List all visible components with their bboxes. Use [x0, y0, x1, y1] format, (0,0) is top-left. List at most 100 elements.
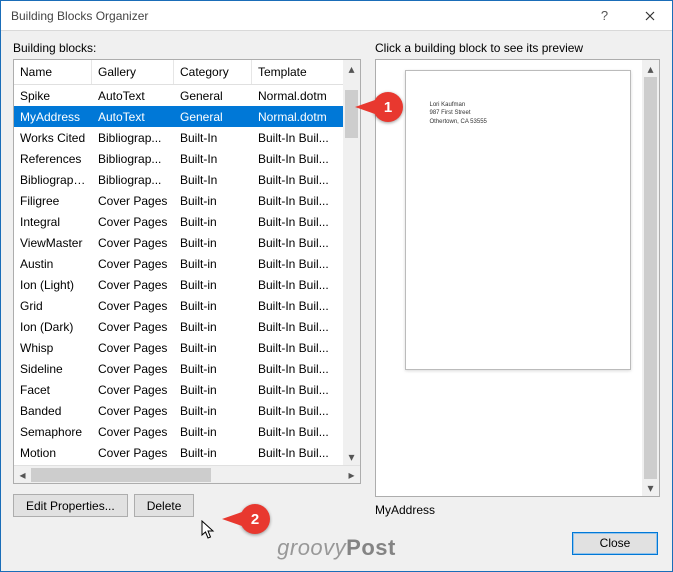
- cell-category: Built-in: [174, 446, 252, 460]
- right-pane: Click a building block to see its previe…: [375, 41, 660, 517]
- cell-category: Built-In: [174, 173, 252, 187]
- cell-name: MyAddress: [14, 110, 92, 124]
- table-row[interactable]: FiligreeCover PagesBuilt-inBuilt-In Buil…: [14, 190, 360, 211]
- table-row[interactable]: WhispCover PagesBuilt-inBuilt-In Buil...: [14, 337, 360, 358]
- cell-gallery: Cover Pages: [92, 257, 174, 271]
- scroll-down-arrow-icon[interactable]: ▾: [343, 448, 360, 465]
- preview-scroll-up-icon[interactable]: ▴: [642, 60, 659, 77]
- table-row[interactable]: MyAddressAutoTextGeneralNormal.dotm: [14, 106, 360, 127]
- cell-category: Built-in: [174, 299, 252, 313]
- cell-name: Ion (Dark): [14, 320, 92, 334]
- cell-name: Ion (Light): [14, 278, 92, 292]
- window-title: Building Blocks Organizer: [11, 9, 582, 23]
- building-blocks-label: Building blocks:: [13, 41, 361, 55]
- column-header-category[interactable]: Category: [174, 60, 252, 84]
- preview-scroll-thumb[interactable]: [644, 77, 657, 479]
- table-row[interactable]: AustinCover PagesBuilt-inBuilt-In Buil..…: [14, 253, 360, 274]
- annotation-marker-1: 1: [373, 92, 403, 122]
- column-header-gallery[interactable]: Gallery: [92, 60, 174, 84]
- delete-button[interactable]: Delete: [134, 494, 195, 517]
- cell-name: Bibliography: [14, 173, 92, 187]
- scroll-left-arrow-icon[interactable]: ◂: [14, 466, 31, 483]
- cell-name: Works Cited: [14, 131, 92, 145]
- list-vertical-scrollbar[interactable]: ▴ ▾: [343, 60, 360, 465]
- cell-category: Built-in: [174, 362, 252, 376]
- scroll-thumb[interactable]: [345, 90, 358, 138]
- preview-page: Lori Kaufman 987 First Street Othertown,…: [405, 70, 631, 370]
- table-row[interactable]: Slice (Light)Cover PagesBuilt-inBuilt-In…: [14, 463, 360, 465]
- dialog-window: Building Blocks Organizer ? Building blo…: [0, 0, 673, 572]
- cell-category: Built-in: [174, 278, 252, 292]
- preview-label: Click a building block to see its previe…: [375, 41, 660, 55]
- cell-category: Built-in: [174, 404, 252, 418]
- table-row[interactable]: Ion (Dark)Cover PagesBuilt-inBuilt-In Bu…: [14, 316, 360, 337]
- cell-name: Semaphore: [14, 425, 92, 439]
- preview-scrollbar[interactable]: ▴ ▾: [642, 60, 659, 496]
- table-row[interactable]: GridCover PagesBuilt-inBuilt-In Buil...: [14, 295, 360, 316]
- dialog-content: Building blocks: Name Gallery Category T…: [1, 31, 672, 525]
- table-row[interactable]: Works CitedBibliograp...Built-InBuilt-In…: [14, 127, 360, 148]
- table-row[interactable]: MotionCover PagesBuilt-inBuilt-In Buil..…: [14, 442, 360, 463]
- preview-line1: Lori Kaufman: [430, 101, 606, 109]
- cell-gallery: Cover Pages: [92, 362, 174, 376]
- close-icon: [645, 11, 655, 21]
- table-row[interactable]: IntegralCover PagesBuilt-inBuilt-In Buil…: [14, 211, 360, 232]
- table-row[interactable]: SemaphoreCover PagesBuilt-inBuilt-In Bui…: [14, 421, 360, 442]
- preview-line3: Othertown, CA 53555: [430, 118, 606, 126]
- cell-category: Built-in: [174, 194, 252, 208]
- table-row[interactable]: BandedCover PagesBuilt-inBuilt-In Buil..…: [14, 400, 360, 421]
- preview-area: Lori Kaufman 987 First Street Othertown,…: [375, 59, 660, 497]
- preview-scroll-down-icon[interactable]: ▾: [642, 479, 659, 496]
- cell-name: Sideline: [14, 362, 92, 376]
- edit-properties-button[interactable]: Edit Properties...: [13, 494, 128, 517]
- cell-gallery: Bibliograp...: [92, 131, 174, 145]
- cell-name: Whisp: [14, 341, 92, 355]
- scroll-up-arrow-icon[interactable]: ▴: [343, 60, 360, 77]
- cell-category: Built-in: [174, 215, 252, 229]
- cell-name: Filigree: [14, 194, 92, 208]
- cell-name: Grid: [14, 299, 92, 313]
- list-body: SpikeAutoTextGeneralNormal.dotmMyAddress…: [14, 85, 360, 465]
- annotation-2-label: 2: [251, 511, 259, 528]
- list-horizontal-scrollbar[interactable]: ◂ ▸: [14, 465, 360, 483]
- cell-category: Built-In: [174, 152, 252, 166]
- cell-name: Austin: [14, 257, 92, 271]
- close-button[interactable]: Close: [572, 532, 658, 555]
- cell-gallery: Cover Pages: [92, 383, 174, 397]
- cell-gallery: Bibliograp...: [92, 173, 174, 187]
- cell-gallery: Cover Pages: [92, 278, 174, 292]
- table-row[interactable]: ReferencesBibliograp...Built-InBuilt-In …: [14, 148, 360, 169]
- cell-name: Integral: [14, 215, 92, 229]
- cell-name: Banded: [14, 404, 92, 418]
- cell-gallery: Cover Pages: [92, 299, 174, 313]
- table-row[interactable]: BibliographyBibliograp...Built-InBuilt-I…: [14, 169, 360, 190]
- cell-category: General: [174, 89, 252, 103]
- scroll-right-arrow-icon[interactable]: ▸: [343, 466, 360, 483]
- list-header: Name Gallery Category Template: [14, 60, 360, 85]
- close-window-button[interactable]: [627, 1, 672, 31]
- table-row[interactable]: ViewMasterCover PagesBuilt-inBuilt-In Bu…: [14, 232, 360, 253]
- building-blocks-list[interactable]: Name Gallery Category Template SpikeAuto…: [13, 59, 361, 484]
- cell-category: Built-in: [174, 341, 252, 355]
- cell-gallery: Cover Pages: [92, 236, 174, 250]
- cell-gallery: Cover Pages: [92, 194, 174, 208]
- cell-name: References: [14, 152, 92, 166]
- cell-gallery: Bibliograp...: [92, 152, 174, 166]
- titlebar[interactable]: Building Blocks Organizer ?: [1, 1, 672, 31]
- cell-category: Built-in: [174, 257, 252, 271]
- table-row[interactable]: Ion (Light)Cover PagesBuilt-inBuilt-In B…: [14, 274, 360, 295]
- cell-gallery: Cover Pages: [92, 446, 174, 460]
- cell-category: Built-in: [174, 383, 252, 397]
- column-header-name[interactable]: Name: [14, 60, 92, 84]
- annotation-marker-2: 2: [240, 504, 270, 534]
- cell-category: Built-in: [174, 320, 252, 334]
- table-row[interactable]: SidelineCover PagesBuilt-inBuilt-In Buil…: [14, 358, 360, 379]
- cell-gallery: Cover Pages: [92, 320, 174, 334]
- help-button[interactable]: ?: [582, 1, 627, 31]
- cell-category: Built-in: [174, 236, 252, 250]
- table-row[interactable]: SpikeAutoTextGeneralNormal.dotm: [14, 85, 360, 106]
- annotation-1-label: 1: [384, 99, 392, 116]
- cell-gallery: Cover Pages: [92, 404, 174, 418]
- hscroll-thumb[interactable]: [31, 468, 211, 482]
- table-row[interactable]: FacetCover PagesBuilt-inBuilt-In Buil...: [14, 379, 360, 400]
